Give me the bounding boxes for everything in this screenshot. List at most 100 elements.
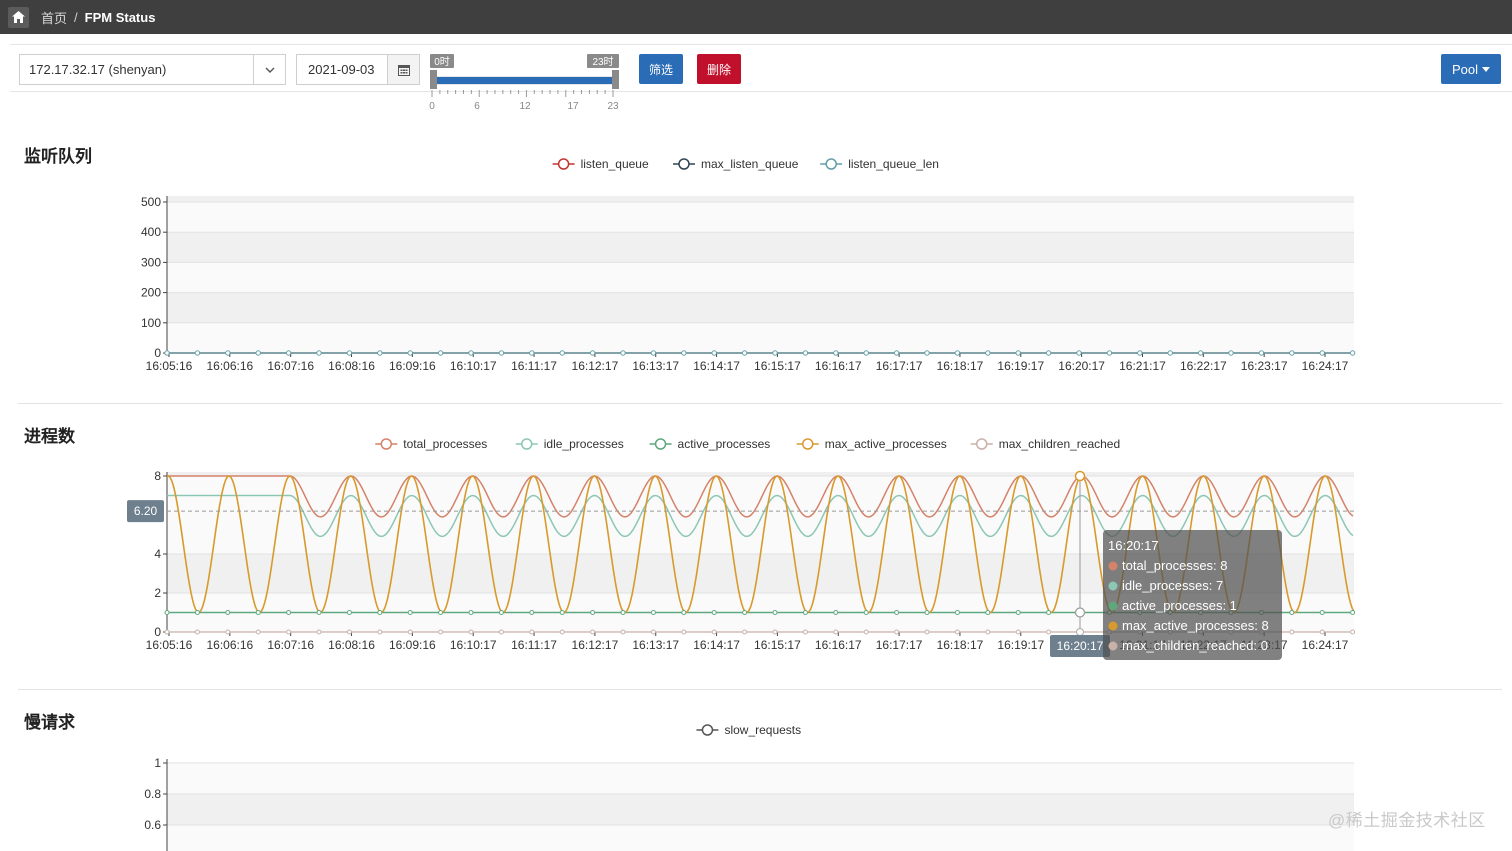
y-tick-label: 0.6 (144, 818, 161, 832)
data-point (225, 610, 231, 615)
data-point (711, 629, 717, 635)
data-point (894, 610, 900, 615)
data-point (559, 610, 565, 615)
range-tick-label: 12 (519, 101, 531, 112)
y-tick-label: 0.8 (144, 787, 161, 801)
data-point (255, 629, 261, 635)
data-point (225, 629, 231, 635)
data-point (255, 610, 261, 615)
calendar-icon[interactable] (387, 55, 419, 84)
data-point (194, 610, 200, 615)
x-tick-label: 16:17:17 (876, 638, 923, 652)
legend-label: idle_processes (544, 437, 624, 451)
grid-band (167, 202, 1354, 233)
y-tick-label: 500 (141, 195, 161, 209)
data-point (954, 610, 960, 615)
filter-toolbar: 172.17.32.17 (shenyan) 2021-09-03 筛选 删除 … (10, 44, 1512, 92)
legend-label: slow_requests (724, 723, 801, 737)
range-start-handle[interactable] (430, 70, 437, 89)
home-icon[interactable] (8, 6, 29, 28)
pool-dropdown-button[interactable]: Pool (1441, 54, 1501, 84)
x-tick-label: 16:12:17 (572, 638, 619, 652)
data-point (164, 350, 170, 356)
tooltip-dot (1108, 581, 1118, 591)
slow-requests-chart[interactable]: slow_requests 0.6 0.8 1 (0, 705, 1512, 851)
grid-band (167, 322, 1354, 353)
data-point (498, 610, 504, 615)
processes-chart[interactable]: total_processes idle_processes active_proc… (0, 420, 1512, 670)
data-point (164, 629, 170, 635)
x-tick-label: 16:09:16 (389, 359, 436, 373)
top-navbar: 首页 / FPM Status (0, 0, 1512, 34)
data-point (741, 350, 748, 356)
legend-marker (701, 724, 714, 736)
y-tick-label: 200 (141, 286, 161, 300)
data-point (1015, 350, 1021, 356)
data-point (194, 629, 200, 635)
data-point (833, 610, 839, 615)
breadcrumb-home[interactable]: 首页 (41, 8, 67, 27)
server-select[interactable]: 172.17.32.17 (shenyan) (19, 54, 286, 85)
x-tick-label: 16:13:17 (632, 638, 679, 652)
y-tick-label: 100 (141, 316, 161, 330)
x-tick-label: 16:19:17 (997, 638, 1044, 652)
tooltip-row: max_active_processes: 8 (1122, 618, 1269, 633)
data-point (650, 610, 656, 615)
data-point (1015, 629, 1021, 635)
filter-button[interactable]: 筛选 (639, 54, 683, 84)
data-point (833, 629, 839, 635)
grid-band (167, 472, 1354, 476)
data-point (1289, 629, 1295, 635)
x-tick-label: 16:08:16 (328, 359, 375, 373)
legend-marker (802, 438, 814, 450)
data-point (924, 629, 930, 635)
delete-button[interactable]: 删除 (697, 54, 741, 84)
x-tick-label: 16:23:17 (1241, 359, 1288, 373)
tooltip-dot (1108, 621, 1118, 631)
hour-range-slider[interactable]: 0时 23时 0 6 12 17 23 (420, 50, 630, 114)
grid-band (167, 292, 1354, 323)
range-end-handle[interactable] (612, 70, 619, 89)
legend-marker (380, 438, 392, 450)
legend-item-listen-queue-len: listen_queue_len (820, 157, 939, 171)
tooltip-row: active_processes: 1 (1122, 598, 1237, 613)
data-point (681, 629, 687, 635)
highlight-point (1076, 628, 1084, 636)
chevron-down-icon[interactable] (253, 55, 285, 84)
data-point (620, 350, 626, 356)
legend-marker (678, 158, 690, 170)
data-point (681, 610, 687, 615)
legend-marker (557, 158, 570, 170)
data-point (985, 350, 991, 356)
x-cursor-label: 16:20:17 (1057, 639, 1104, 653)
tooltip-row: idle_processes: 7 (1122, 578, 1223, 593)
data-point (742, 629, 748, 635)
y-tick-label: 4 (154, 547, 161, 561)
grid-band (167, 196, 1354, 202)
date-value[interactable]: 2021-09-03 (297, 62, 387, 77)
x-tick-label: 16:24:17 (1302, 638, 1349, 652)
legend-marker (976, 438, 988, 450)
range-end-label: 23时 (592, 56, 613, 68)
data-point (681, 350, 687, 356)
data-point (438, 629, 444, 635)
data-point (1106, 350, 1113, 356)
data-point (1046, 629, 1052, 635)
date-picker[interactable]: 2021-09-03 (296, 54, 420, 85)
data-point (742, 610, 748, 615)
data-point (589, 350, 596, 356)
range-start-label: 0时 (434, 56, 450, 68)
x-tick-label: 16:08:16 (328, 638, 375, 652)
y-tick-label: 300 (141, 255, 161, 269)
data-point (954, 350, 961, 356)
x-tick-label: 16:06:16 (206, 638, 253, 652)
x-tick-label: 16:22:17 (1180, 359, 1227, 373)
x-tick-label: 16:15:17 (754, 359, 801, 373)
legend-item-idle-processes: idle_processes (515, 437, 624, 451)
data-point (985, 610, 991, 615)
tooltip-row: total_processes: 8 (1122, 558, 1228, 573)
data-point (225, 350, 231, 356)
data-point (529, 350, 535, 356)
listen-queue-chart[interactable]: listen_queue max_listen_queue listen_queue… (0, 140, 1512, 390)
x-tick-label: 16:07:16 (267, 638, 314, 652)
